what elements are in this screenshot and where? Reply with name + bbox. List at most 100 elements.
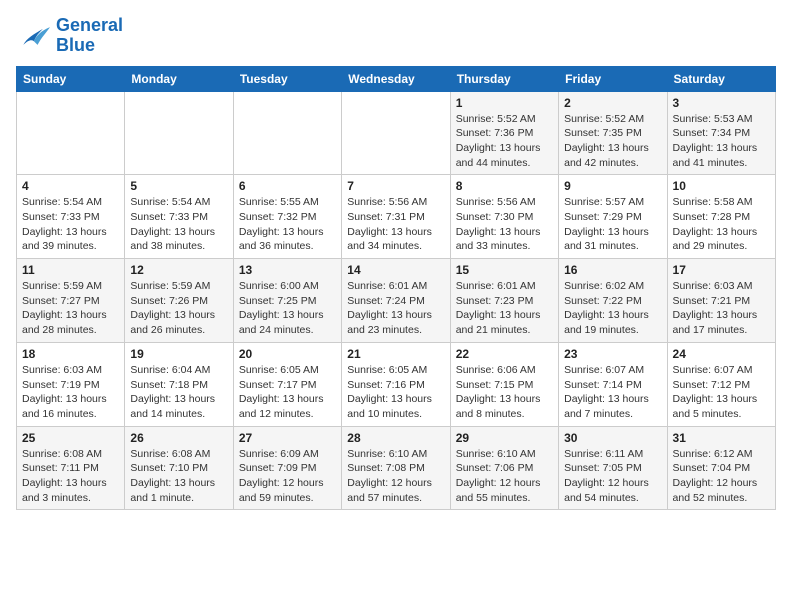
day-number: 29 xyxy=(456,431,553,445)
day-info: Sunrise: 6:03 AM Sunset: 7:19 PM Dayligh… xyxy=(22,363,119,422)
header-day-thursday: Thursday xyxy=(450,66,558,91)
calendar-week-1: 1 Sunrise: 5:52 AM Sunset: 7:36 PM Daylig… xyxy=(17,91,776,175)
header-day-saturday: Saturday xyxy=(667,66,775,91)
header-row: SundayMondayTuesdayWednesdayThursdayFrid… xyxy=(17,66,776,91)
calendar-cell xyxy=(233,91,341,175)
calendar-cell: 31 Sunrise: 6:12 AM Sunset: 7:04 PM Dayli… xyxy=(667,426,775,510)
calendar-cell: 9 Sunrise: 5:57 AM Sunset: 7:29 PM Daylig… xyxy=(559,175,667,259)
day-info: Sunrise: 5:55 AM Sunset: 7:32 PM Dayligh… xyxy=(239,195,336,254)
day-info: Sunrise: 6:05 AM Sunset: 7:16 PM Dayligh… xyxy=(347,363,444,422)
day-info: Sunrise: 6:04 AM Sunset: 7:18 PM Dayligh… xyxy=(130,363,227,422)
day-number: 13 xyxy=(239,263,336,277)
day-info: Sunrise: 5:54 AM Sunset: 7:33 PM Dayligh… xyxy=(130,195,227,254)
calendar-cell: 26 Sunrise: 6:08 AM Sunset: 7:10 PM Dayli… xyxy=(125,426,233,510)
calendar-cell: 14Sunrise: 6:01 AM Sunset: 7:24 PM Dayli… xyxy=(342,259,450,343)
calendar-cell: 19 Sunrise: 6:04 AM Sunset: 7:18 PM Dayli… xyxy=(125,342,233,426)
day-info: Sunrise: 6:02 AM Sunset: 7:22 PM Dayligh… xyxy=(564,279,661,338)
calendar-cell: 2Sunrise: 5:52 AM Sunset: 7:35 PM Daylig… xyxy=(559,91,667,175)
day-number: 9 xyxy=(564,179,661,193)
calendar-cell: 20Sunrise: 6:05 AM Sunset: 7:17 PM Dayli… xyxy=(233,342,341,426)
header-day-sunday: Sunday xyxy=(17,66,125,91)
day-number: 7 xyxy=(347,179,444,193)
day-info: Sunrise: 6:07 AM Sunset: 7:12 PM Dayligh… xyxy=(673,363,770,422)
day-info: Sunrise: 6:11 AM Sunset: 7:05 PM Dayligh… xyxy=(564,447,661,506)
header-day-wednesday: Wednesday xyxy=(342,66,450,91)
day-number: 27 xyxy=(239,431,336,445)
day-number: 10 xyxy=(673,179,770,193)
day-number: 24 xyxy=(673,347,770,361)
calendar-cell: 1 Sunrise: 5:52 AM Sunset: 7:36 PM Daylig… xyxy=(450,91,558,175)
day-info: Sunrise: 6:09 AM Sunset: 7:09 PM Dayligh… xyxy=(239,447,336,506)
day-info: Sunrise: 5:57 AM Sunset: 7:29 PM Dayligh… xyxy=(564,195,661,254)
header-day-monday: Monday xyxy=(125,66,233,91)
calendar-cell: 22 Sunrise: 6:06 AM Sunset: 7:15 PM Dayli… xyxy=(450,342,558,426)
day-number: 12 xyxy=(130,263,227,277)
day-number: 14 xyxy=(347,263,444,277)
calendar-week-5: 25 Sunrise: 6:08 AM Sunset: 7:11 PM Dayli… xyxy=(17,426,776,510)
calendar-cell: 3 Sunrise: 5:53 AM Sunset: 7:34 PM Daylig… xyxy=(667,91,775,175)
calendar-cell: 24 Sunrise: 6:07 AM Sunset: 7:12 PM Dayli… xyxy=(667,342,775,426)
logo-icon xyxy=(16,20,52,52)
day-info: Sunrise: 6:06 AM Sunset: 7:15 PM Dayligh… xyxy=(456,363,553,422)
day-info: Sunrise: 6:05 AM Sunset: 7:17 PM Dayligh… xyxy=(239,363,336,422)
day-info: Sunrise: 6:03 AM Sunset: 7:21 PM Dayligh… xyxy=(673,279,770,338)
day-info: Sunrise: 6:08 AM Sunset: 7:10 PM Dayligh… xyxy=(130,447,227,506)
calendar-cell: 12 Sunrise: 5:59 AM Sunset: 7:26 PM Dayli… xyxy=(125,259,233,343)
day-info: Sunrise: 5:58 AM Sunset: 7:28 PM Dayligh… xyxy=(673,195,770,254)
calendar-cell xyxy=(125,91,233,175)
logo-text-line2: Blue xyxy=(56,36,123,56)
day-info: Sunrise: 6:01 AM Sunset: 7:23 PM Dayligh… xyxy=(456,279,553,338)
day-number: 6 xyxy=(239,179,336,193)
day-info: Sunrise: 5:59 AM Sunset: 7:27 PM Dayligh… xyxy=(22,279,119,338)
calendar-cell xyxy=(342,91,450,175)
day-number: 5 xyxy=(130,179,227,193)
calendar-cell xyxy=(17,91,125,175)
day-number: 1 xyxy=(456,96,553,110)
day-info: Sunrise: 5:54 AM Sunset: 7:33 PM Dayligh… xyxy=(22,195,119,254)
day-number: 31 xyxy=(673,431,770,445)
day-number: 25 xyxy=(22,431,119,445)
header-day-friday: Friday xyxy=(559,66,667,91)
calendar-header: SundayMondayTuesdayWednesdayThursdayFrid… xyxy=(17,66,776,91)
header-day-tuesday: Tuesday xyxy=(233,66,341,91)
calendar-cell: 4Sunrise: 5:54 AM Sunset: 7:33 PM Daylig… xyxy=(17,175,125,259)
calendar-cell: 30 Sunrise: 6:11 AM Sunset: 7:05 PM Dayli… xyxy=(559,426,667,510)
day-number: 2 xyxy=(564,96,661,110)
calendar-week-2: 4Sunrise: 5:54 AM Sunset: 7:33 PM Daylig… xyxy=(17,175,776,259)
day-number: 30 xyxy=(564,431,661,445)
day-number: 8 xyxy=(456,179,553,193)
calendar-week-3: 11 Sunrise: 5:59 AM Sunset: 7:27 PM Dayli… xyxy=(17,259,776,343)
day-number: 16 xyxy=(564,263,661,277)
calendar-table: SundayMondayTuesdayWednesdayThursdayFrid… xyxy=(16,66,776,511)
day-number: 11 xyxy=(22,263,119,277)
day-number: 18 xyxy=(22,347,119,361)
page-header: General Blue xyxy=(16,16,776,56)
calendar-cell: 21Sunrise: 6:05 AM Sunset: 7:16 PM Dayli… xyxy=(342,342,450,426)
calendar-cell: 7 Sunrise: 5:56 AM Sunset: 7:31 PM Daylig… xyxy=(342,175,450,259)
calendar-cell: 6 Sunrise: 5:55 AM Sunset: 7:32 PM Daylig… xyxy=(233,175,341,259)
day-info: Sunrise: 5:52 AM Sunset: 7:36 PM Dayligh… xyxy=(456,112,553,171)
logo-text-line1: General xyxy=(56,16,123,36)
day-info: Sunrise: 6:07 AM Sunset: 7:14 PM Dayligh… xyxy=(564,363,661,422)
day-info: Sunrise: 5:56 AM Sunset: 7:31 PM Dayligh… xyxy=(347,195,444,254)
day-info: Sunrise: 6:12 AM Sunset: 7:04 PM Dayligh… xyxy=(673,447,770,506)
day-number: 17 xyxy=(673,263,770,277)
day-info: Sunrise: 6:00 AM Sunset: 7:25 PM Dayligh… xyxy=(239,279,336,338)
calendar-cell: 29 Sunrise: 6:10 AM Sunset: 7:06 PM Dayli… xyxy=(450,426,558,510)
day-number: 22 xyxy=(456,347,553,361)
day-number: 26 xyxy=(130,431,227,445)
calendar-cell: 15Sunrise: 6:01 AM Sunset: 7:23 PM Dayli… xyxy=(450,259,558,343)
calendar-cell: 25 Sunrise: 6:08 AM Sunset: 7:11 PM Dayli… xyxy=(17,426,125,510)
day-number: 3 xyxy=(673,96,770,110)
day-info: Sunrise: 5:53 AM Sunset: 7:34 PM Dayligh… xyxy=(673,112,770,171)
day-info: Sunrise: 6:10 AM Sunset: 7:06 PM Dayligh… xyxy=(456,447,553,506)
day-number: 23 xyxy=(564,347,661,361)
calendar-cell: 13 Sunrise: 6:00 AM Sunset: 7:25 PM Dayli… xyxy=(233,259,341,343)
day-info: Sunrise: 6:08 AM Sunset: 7:11 PM Dayligh… xyxy=(22,447,119,506)
day-number: 28 xyxy=(347,431,444,445)
day-number: 19 xyxy=(130,347,227,361)
calendar-week-4: 18 Sunrise: 6:03 AM Sunset: 7:19 PM Dayli… xyxy=(17,342,776,426)
day-info: Sunrise: 5:59 AM Sunset: 7:26 PM Dayligh… xyxy=(130,279,227,338)
calendar-cell: 8Sunrise: 5:56 AM Sunset: 7:30 PM Daylig… xyxy=(450,175,558,259)
calendar-cell: 27 Sunrise: 6:09 AM Sunset: 7:09 PM Dayli… xyxy=(233,426,341,510)
